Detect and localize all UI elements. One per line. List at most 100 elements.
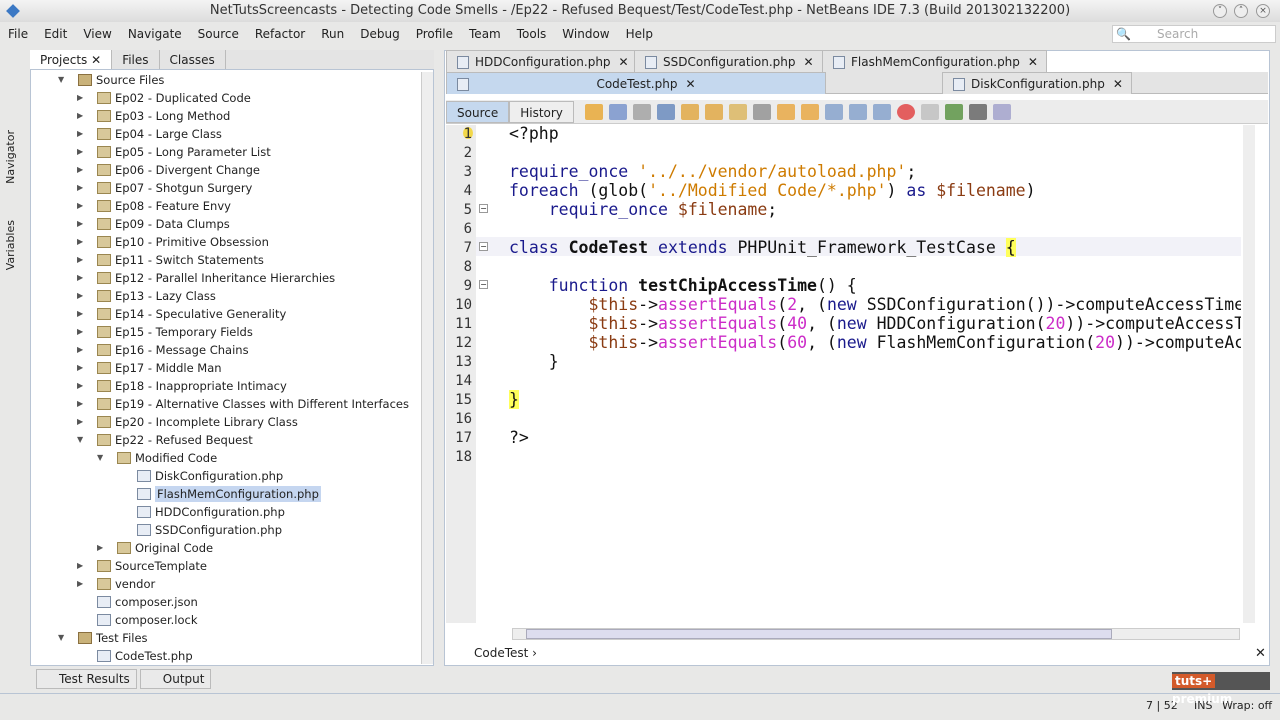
menu-file[interactable]: File — [0, 27, 36, 41]
next-bookmark-icon[interactable] — [800, 103, 819, 120]
tree-item[interactable]: ▶ Ep07 - Shotgun Surgery — [77, 179, 252, 197]
record-macro-icon[interactable] — [896, 103, 915, 120]
fold-icon[interactable]: − — [479, 242, 488, 251]
toggle-highlight-icon[interactable] — [728, 103, 747, 120]
tree-item[interactable]: ▶ Ep08 - Feature Envy — [77, 197, 231, 215]
tree-item[interactable]: ▶ Ep19 - Alternative Classes with Differe… — [77, 395, 409, 413]
uncomment-icon[interactable] — [968, 103, 987, 120]
tree-item[interactable]: ▶ Ep18 - Inappropriate Intimacy — [77, 377, 287, 395]
tree-item[interactable]: ▶ Ep06 - Divergent Change — [77, 161, 260, 179]
output-tab[interactable]: Output — [139, 669, 212, 689]
menu-profile[interactable]: Profile — [408, 27, 461, 41]
code-line[interactable]: require_once $filename; — [509, 200, 778, 219]
tree-item[interactable]: FlashMemConfiguration.php — [137, 485, 321, 503]
minimize-button[interactable]: ˅ — [1213, 4, 1227, 18]
hscroll-thumb[interactable] — [526, 629, 1112, 639]
expand-icon[interactable]: ▶ — [77, 377, 83, 395]
expand-icon[interactable]: ▶ — [77, 215, 83, 233]
expand-icon[interactable]: ▶ — [77, 107, 83, 125]
tree-item[interactable]: SSDConfiguration.php — [137, 521, 282, 539]
expand-icon[interactable]: ▶ — [97, 539, 103, 557]
tree-item[interactable]: ▶ Ep04 - Large Class — [77, 125, 222, 143]
toggle-bookmark-icon[interactable] — [824, 103, 843, 120]
tree-item[interactable]: ▶ Ep09 - Data Clumps — [77, 215, 230, 233]
tree-item[interactable]: ▶ Ep17 - Middle Man — [77, 359, 222, 377]
expand-icon[interactable]: ▶ — [77, 251, 83, 269]
tree-item[interactable]: ▶ Original Code — [97, 539, 213, 557]
menu-run[interactable]: Run — [313, 27, 352, 41]
expand-icon[interactable]: ▶ — [77, 161, 83, 179]
close-tab-icon[interactable]: ✕ — [1028, 55, 1038, 69]
editor-vscrollbar[interactable] — [1243, 125, 1255, 623]
menu-source[interactable]: Source — [190, 27, 247, 41]
expand-icon[interactable]: ▶ — [77, 89, 83, 107]
editor-tab[interactable]: FlashMemConfiguration.php ✕ — [822, 50, 1047, 72]
history-button[interactable]: History — [509, 100, 574, 123]
collapse-icon[interactable]: ▼ — [58, 629, 64, 647]
expand-icon[interactable]: ▶ — [77, 305, 83, 323]
code-line[interactable]: } — [509, 390, 519, 409]
code-line[interactable]: $this->assertEquals(40, (new HDDConfigur… — [509, 314, 1241, 333]
tree-item[interactable]: ▶ vendor — [77, 575, 155, 593]
expand-icon[interactable]: ▶ — [77, 359, 83, 377]
menu-team[interactable]: Team — [461, 27, 509, 41]
code-line[interactable]: function testChipAccessTime() { — [509, 276, 857, 295]
tree-item[interactable]: ▶ Ep12 - Parallel Inheritance Hierarchies — [77, 269, 335, 287]
collapse-icon[interactable]: ▼ — [77, 431, 83, 449]
tab-classes[interactable]: Classes — [160, 50, 226, 69]
code-line[interactable]: <?php — [509, 124, 559, 143]
code-line[interactable]: ?> — [509, 428, 529, 447]
expand-icon[interactable]: ▶ — [77, 557, 83, 575]
collapse-icon[interactable]: ▼ — [97, 449, 103, 467]
menu-help[interactable]: Help — [618, 27, 661, 41]
expand-icon[interactable]: ▶ — [77, 413, 83, 431]
shift-left-icon[interactable] — [848, 103, 867, 120]
forward-icon[interactable] — [632, 103, 651, 120]
navigator-tab[interactable]: Navigator — [4, 130, 17, 184]
editor-tab[interactable]: SSDConfiguration.php ✕ — [634, 50, 823, 72]
menu-window[interactable]: Window — [554, 27, 617, 41]
test-results-tab[interactable]: Test Results — [36, 669, 137, 689]
tree-item[interactable]: CodeTest.php — [97, 647, 193, 665]
code-line[interactable]: class CodeTest extends PHPUnit_Framework… — [509, 238, 1016, 257]
tree-scrollbar[interactable] — [421, 72, 433, 664]
tab-files[interactable]: Files — [112, 50, 160, 69]
maximize-button[interactable]: ˄ — [1234, 4, 1248, 18]
close-tab-icon[interactable]: ✕ — [619, 55, 629, 69]
expand-icon[interactable]: ▶ — [77, 341, 83, 359]
menu-edit[interactable]: Edit — [36, 27, 75, 41]
back-icon[interactable] — [608, 103, 627, 120]
prev-occurrence-icon[interactable] — [680, 103, 699, 120]
close-tab-icon[interactable]: ✕ — [1113, 77, 1123, 91]
last-edit-icon[interactable] — [584, 103, 603, 120]
find-icon[interactable] — [656, 103, 675, 120]
tree-item[interactable]: ▶ Ep20 - Incomplete Library Class — [77, 413, 298, 431]
tree-item[interactable]: HDDConfiguration.php — [137, 503, 285, 521]
tree-item[interactable]: ▶ Ep10 - Primitive Obsession — [77, 233, 269, 251]
code-line[interactable]: require_once '../../vendor/autoload.php'… — [509, 162, 916, 181]
tree-item[interactable]: ▶ Ep14 - Speculative Generality — [77, 305, 286, 323]
code-line[interactable]: $this->assertEquals(60, (new FlashMemCon… — [509, 333, 1241, 352]
database-icon[interactable] — [992, 103, 1011, 120]
tree-item[interactable]: ▶ Ep02 - Duplicated Code — [77, 89, 251, 107]
fold-icon[interactable]: − — [479, 204, 488, 213]
expand-icon[interactable]: ▶ — [77, 323, 83, 341]
close-tab-icon[interactable]: ✕ — [685, 77, 695, 91]
expand-icon[interactable]: ▶ — [77, 197, 83, 215]
tree-item[interactable]: ▶ Ep11 - Switch Statements — [77, 251, 264, 269]
tree-item[interactable]: ▶ Ep05 - Long Parameter List — [77, 143, 271, 161]
menu-refactor[interactable]: Refactor — [247, 27, 313, 41]
tree-item[interactable]: ▶ Ep15 - Temporary Fields — [77, 323, 253, 341]
expand-icon[interactable]: ▶ — [77, 269, 83, 287]
expand-icon[interactable]: ▶ — [77, 575, 83, 593]
search-input[interactable]: Search — [1112, 25, 1276, 43]
tree-item[interactable]: DiskConfiguration.php — [137, 467, 283, 485]
tree-item[interactable]: ▶ SourceTemplate — [77, 557, 207, 575]
expand-icon[interactable]: ▶ — [77, 233, 83, 251]
code-line[interactable]: foreach (glob('../Modified Code/*.php') … — [509, 181, 1036, 200]
prev-bookmark-icon[interactable] — [776, 103, 795, 120]
code-line[interactable]: $this->assertEquals(2, (new SSDConfigura… — [509, 295, 1241, 314]
editor-tab[interactable]: HDDConfiguration.php ✕ — [446, 50, 638, 72]
rect-select-icon[interactable] — [752, 103, 771, 120]
expand-icon[interactable]: ▶ — [77, 287, 83, 305]
